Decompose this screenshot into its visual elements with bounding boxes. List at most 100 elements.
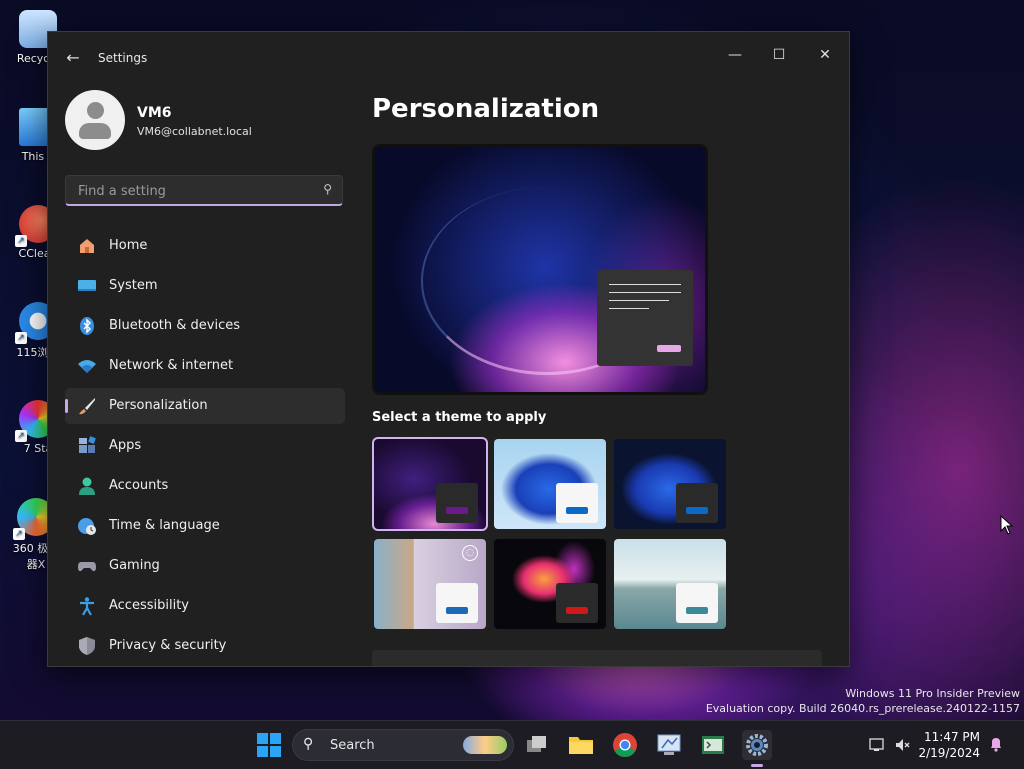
- bluetooth-icon: [77, 316, 97, 336]
- monitor-app-button[interactable]: [654, 730, 684, 760]
- avatar[interactable]: [65, 90, 125, 150]
- theme-sample-window: [556, 583, 598, 623]
- preview-text-line: [609, 308, 649, 309]
- sidebar-item-system[interactable]: System: [65, 268, 345, 304]
- theme-sample-window: [436, 583, 478, 623]
- sidebar-item-privacy-security[interactable]: Privacy & security: [65, 628, 345, 664]
- chrome-button[interactable]: [610, 730, 640, 760]
- sidebar-item-label: Bluetooth & devices: [109, 318, 240, 333]
- sidebar-item-bluetooth[interactable]: Bluetooth & devices: [65, 308, 345, 344]
- task-view-button[interactable]: [522, 730, 552, 760]
- terminal-app-button[interactable]: [698, 730, 728, 760]
- sidebar-item-label: Gaming: [109, 558, 160, 573]
- settings-app-button[interactable]: [742, 730, 772, 767]
- sidebar-item-label: Home: [109, 238, 148, 253]
- search-input[interactable]: [76, 180, 315, 202]
- theme-tile-dark-bloom-purple[interactable]: [372, 437, 488, 531]
- theme-preview: [372, 144, 708, 395]
- watermark-line-1: Windows 11 Pro Insider Preview: [845, 687, 1020, 700]
- sidebar-item-label: System: [109, 278, 158, 293]
- sidebar-item-label: Privacy & security: [109, 638, 227, 653]
- watermark-line-2: Evaluation copy. Build 26040.rs_prerelea…: [705, 702, 1020, 715]
- search-box[interactable]: ⚲: [65, 175, 343, 206]
- volume-muted-icon[interactable]: [894, 736, 912, 758]
- start-icon: [257, 733, 281, 757]
- sidebar-item-label: Accessibility: [109, 598, 189, 613]
- terminal-app-icon: [702, 736, 724, 754]
- theme-tile-sunrise-lake[interactable]: [614, 539, 726, 629]
- mouse-cursor: [1000, 514, 1014, 539]
- theme-sample-window: [436, 483, 478, 523]
- theme-accent-swatch: [566, 507, 588, 514]
- system-icon: [77, 276, 97, 296]
- home-icon: [77, 236, 97, 256]
- theme-section-label: Select a theme to apply: [372, 410, 547, 425]
- start-button[interactable]: [254, 730, 284, 760]
- minimize-icon: —: [728, 47, 742, 63]
- apps-icon: [77, 436, 97, 456]
- app-title: Settings: [98, 51, 148, 65]
- sidebar-nav: Home System Bluetooth & devices Network …: [65, 228, 345, 666]
- monitor-app-icon: [657, 734, 681, 755]
- back-button[interactable]: ←: [62, 48, 84, 68]
- preview-text-line: [609, 284, 681, 285]
- notification-bell-icon[interactable]: [988, 736, 1004, 756]
- sidebar-item-accounts[interactable]: Accounts: [65, 468, 345, 504]
- sidebar-item-personalization[interactable]: Personalization: [65, 388, 345, 424]
- theme-sample-window: [676, 583, 718, 623]
- preview-accent-button: [657, 345, 681, 352]
- taskbar-search-label: Search: [330, 738, 375, 753]
- gamepad-icon: [77, 556, 97, 576]
- preview-text-line: [609, 300, 669, 301]
- theme-tile-dark-bloom-blue[interactable]: [614, 439, 726, 529]
- sidebar-item-time-language[interactable]: Time & language: [65, 508, 345, 544]
- file-explorer-icon: [569, 737, 593, 754]
- sidebar-item-home[interactable]: Home: [65, 228, 345, 264]
- clock-time: 11:47 PM: [924, 730, 980, 744]
- sidebar-item-gaming[interactable]: Gaming: [65, 548, 345, 584]
- next-settings-card[interactable]: [372, 650, 822, 666]
- close-button[interactable]: ✕: [802, 40, 848, 70]
- theme-accent-swatch: [686, 607, 708, 614]
- arrow-left-icon: ←: [66, 48, 80, 67]
- search-icon[interactable]: ⚲: [323, 182, 332, 196]
- sidebar-item-label: Apps: [109, 438, 142, 453]
- theme-sample-window: [676, 483, 718, 523]
- taskbar-search[interactable]: ⚲ Search: [292, 729, 514, 761]
- task-view-icon: [527, 736, 546, 752]
- user-name: VM6: [137, 105, 172, 121]
- search-icon: ⚲: [303, 736, 314, 752]
- globe-clock-icon: [77, 516, 97, 536]
- active-app-indicator: [751, 764, 763, 767]
- network-icon: [77, 356, 97, 376]
- search-highlight-art-icon: [463, 736, 507, 754]
- sidebar-item-apps[interactable]: Apps: [65, 428, 345, 464]
- minimize-button[interactable]: —: [712, 40, 758, 70]
- theme-tile-glow-red[interactable]: [494, 539, 606, 629]
- sidebar-item-accessibility[interactable]: Accessibility: [65, 588, 345, 624]
- brush-icon: [77, 396, 97, 416]
- page-title: Personalization: [372, 94, 600, 124]
- network-status-icon[interactable]: [868, 736, 886, 758]
- maximize-button[interactable]: ☐: [756, 40, 802, 70]
- chrome-icon: [613, 733, 637, 758]
- taskbar-clock[interactable]: 11:47 PM 2/19/2024: [918, 729, 980, 761]
- sidebar-item-label: Time & language: [109, 518, 220, 533]
- maximize-icon: ☐: [772, 47, 786, 63]
- theme-tile-spotlight-flowers[interactable]: ◌: [374, 539, 486, 629]
- avatar-body-shape: [79, 123, 111, 139]
- settings-window: ← Settings — ☐ ✕ VM6 VM6@collabnet.local…: [47, 31, 850, 667]
- accounts-icon: [77, 476, 97, 496]
- file-explorer-button[interactable]: [566, 730, 596, 760]
- theme-accent-swatch: [686, 507, 708, 514]
- close-icon: ✕: [819, 47, 831, 63]
- user-email: VM6@collabnet.local: [137, 125, 252, 138]
- clock-date: 2/19/2024: [918, 746, 980, 760]
- sidebar-item-label: Network & internet: [109, 358, 234, 373]
- avatar-head-shape: [87, 102, 104, 119]
- theme-tile-light-bloom-blue[interactable]: [494, 439, 606, 529]
- sidebar-item-network[interactable]: Network & internet: [65, 348, 345, 384]
- sidebar-item-label: Accounts: [109, 478, 169, 493]
- shield-icon: [77, 636, 97, 656]
- theme-accent-swatch: [446, 607, 468, 614]
